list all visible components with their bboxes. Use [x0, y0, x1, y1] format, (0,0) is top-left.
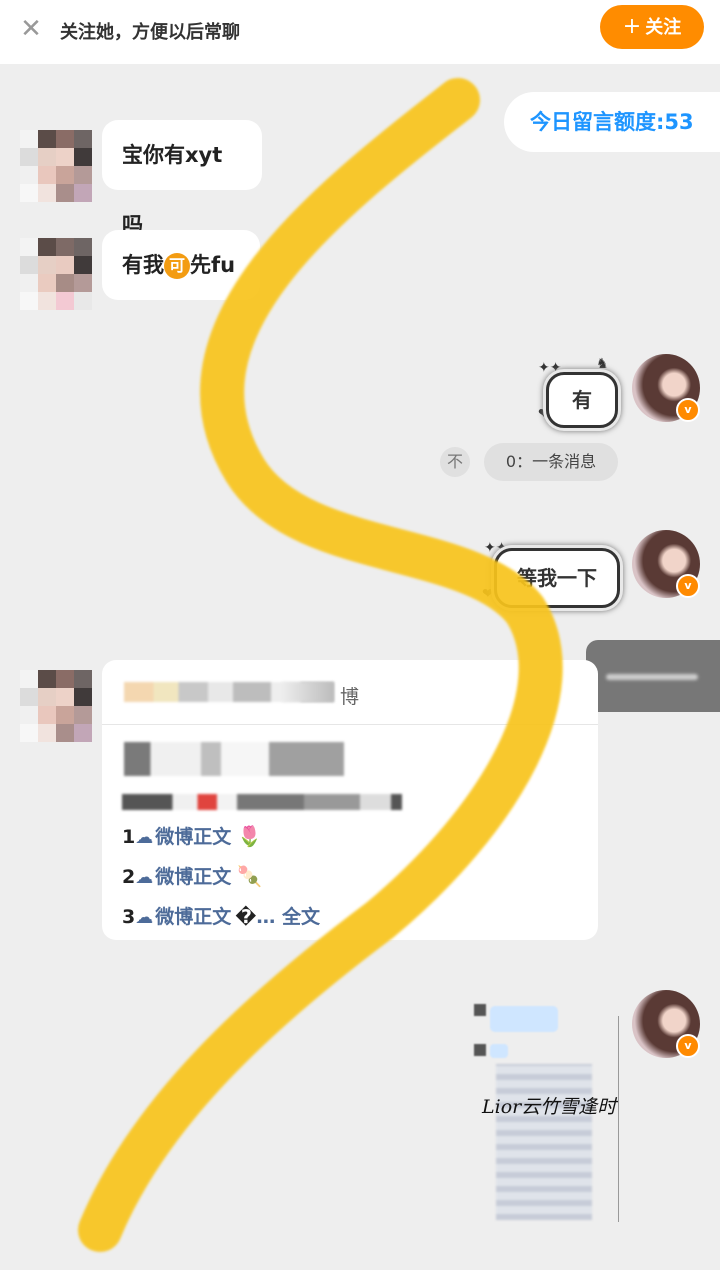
blurred-text [606, 674, 698, 680]
blurred-notice [586, 640, 720, 712]
weibo-link-2[interactable]: 2☁ 微博正文 🍡 [122, 862, 262, 889]
blurred-avatar [474, 1044, 486, 1056]
verified-badge-icon: v [676, 574, 700, 598]
blurred-title [282, 682, 334, 702]
plus-icon: + [622, 14, 642, 39]
message-text: 先fu [190, 253, 236, 277]
follow-label: 关注 [645, 17, 682, 38]
blurred-text [124, 742, 344, 776]
blurred-avatar [474, 1004, 486, 1016]
message-bubble[interactable]: 宝你有xyt吗 [102, 120, 262, 237]
message-bubble[interactable]: 有我可先fu [102, 230, 260, 300]
weibo-share-card[interactable]: 博 1☁ 微博正文 🌷 2☁ 微博正文 🍡 3☁ 微博正文 �… 全文 [102, 660, 598, 940]
blurred-bubble [490, 1006, 558, 1032]
signature-watermark: Lior云竹雪逢时 [482, 1096, 617, 1118]
message-quota: 今日留言额度:53 [504, 92, 720, 152]
weibo-link-1[interactable]: 1☁ 微博正文 🌷 [122, 822, 262, 849]
message-bubble[interactable]: 等我一下 [494, 548, 620, 608]
blurred-text [122, 794, 402, 810]
one-message-notice[interactable]: 0：一条消息 [484, 443, 618, 481]
top-bar: ✕ 关注她，方便以后常聊 + 关注 [0, 0, 720, 64]
bow-icon: ♞ [596, 356, 609, 372]
pin-icon[interactable]: 不 [440, 447, 470, 477]
coin-icon: 可 [164, 253, 190, 279]
follow-button[interactable]: + 关注 [600, 5, 704, 49]
contact-avatar[interactable] [20, 130, 92, 202]
contact-avatar[interactable] [20, 238, 92, 310]
heart-icon: ❤ [482, 586, 494, 602]
follow-tip: 关注她，方便以后常聊 [60, 22, 240, 43]
blurred-chat-screenshot [496, 1064, 592, 1220]
close-icon[interactable]: ✕ [16, 14, 46, 44]
card-header: 博 [102, 660, 598, 725]
divider [618, 1016, 619, 1222]
message-text: 有我 [122, 253, 164, 277]
message-bubble[interactable]: 有 [546, 372, 618, 428]
blurred-bubble [490, 1044, 508, 1058]
card-title-tail: 博 [340, 686, 360, 708]
verified-badge-icon: v [676, 398, 700, 422]
contact-avatar[interactable] [20, 670, 92, 742]
verified-badge-icon: v [676, 1034, 700, 1058]
weibo-link-3[interactable]: 3☁ 微博正文 �… 全文 [122, 902, 320, 929]
image-message[interactable]: Lior云竹雪逢时 [470, 986, 620, 1242]
